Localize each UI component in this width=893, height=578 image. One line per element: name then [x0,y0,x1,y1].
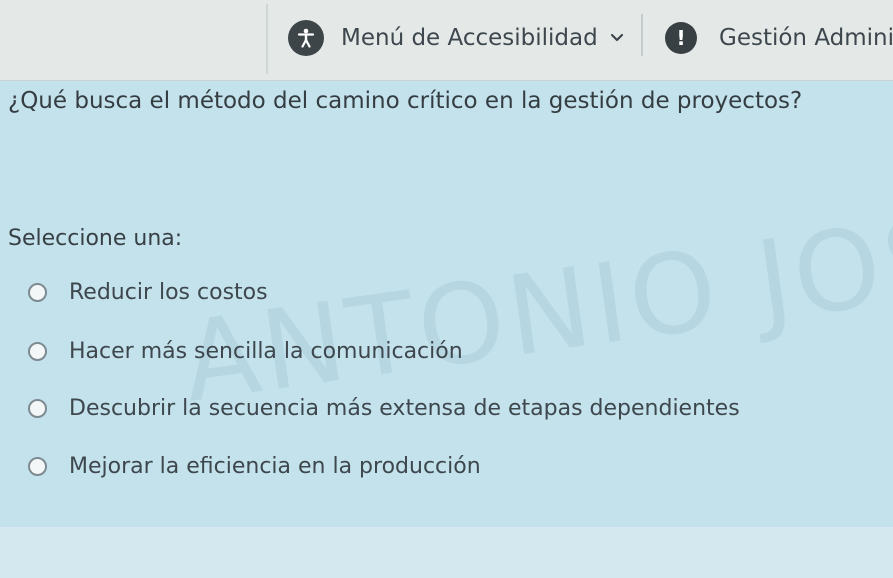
radio-icon[interactable] [28,341,47,361]
accessibility-menu-label: Menú de Accesibilidad [341,25,598,51]
answer-option[interactable]: Descubrir la secuencia más extensa de et… [28,393,740,423]
admin-menu-button[interactable]: ! Gestión Admini [665,20,893,56]
answer-option-label: Reducir los costos [69,279,268,305]
alert-icon: ! [665,22,697,54]
radio-icon[interactable] [28,398,47,418]
admin-menu-label: Gestión Admini [719,25,893,51]
answer-prompt: Seleccione una: [8,226,183,251]
answer-option-label: Mejorar la eficiencia en la producción [69,453,481,479]
question-text: ¿Qué busca el método del camino crítico … [8,88,803,114]
toolbar-divider [641,14,643,56]
bottom-strip [0,527,893,578]
answer-option[interactable]: Reducir los costos [28,277,268,307]
answer-option-label: Descubrir la secuencia más extensa de et… [69,395,740,421]
radio-icon[interactable] [28,456,47,476]
toolbar-divider [266,4,268,74]
radio-icon[interactable] [28,282,47,302]
chevron-down-icon [610,33,624,43]
answer-option[interactable]: Hacer más sencilla la comunicación [28,336,463,366]
accessibility-icon [288,20,324,56]
top-toolbar: Menú de Accesibilidad ! Gestión Admini [0,0,893,81]
answer-option[interactable]: Mejorar la eficiencia en la producción [28,451,481,481]
answer-option-label: Hacer más sencilla la comunicación [69,338,463,364]
accessibility-menu-button[interactable]: Menú de Accesibilidad [288,20,624,56]
